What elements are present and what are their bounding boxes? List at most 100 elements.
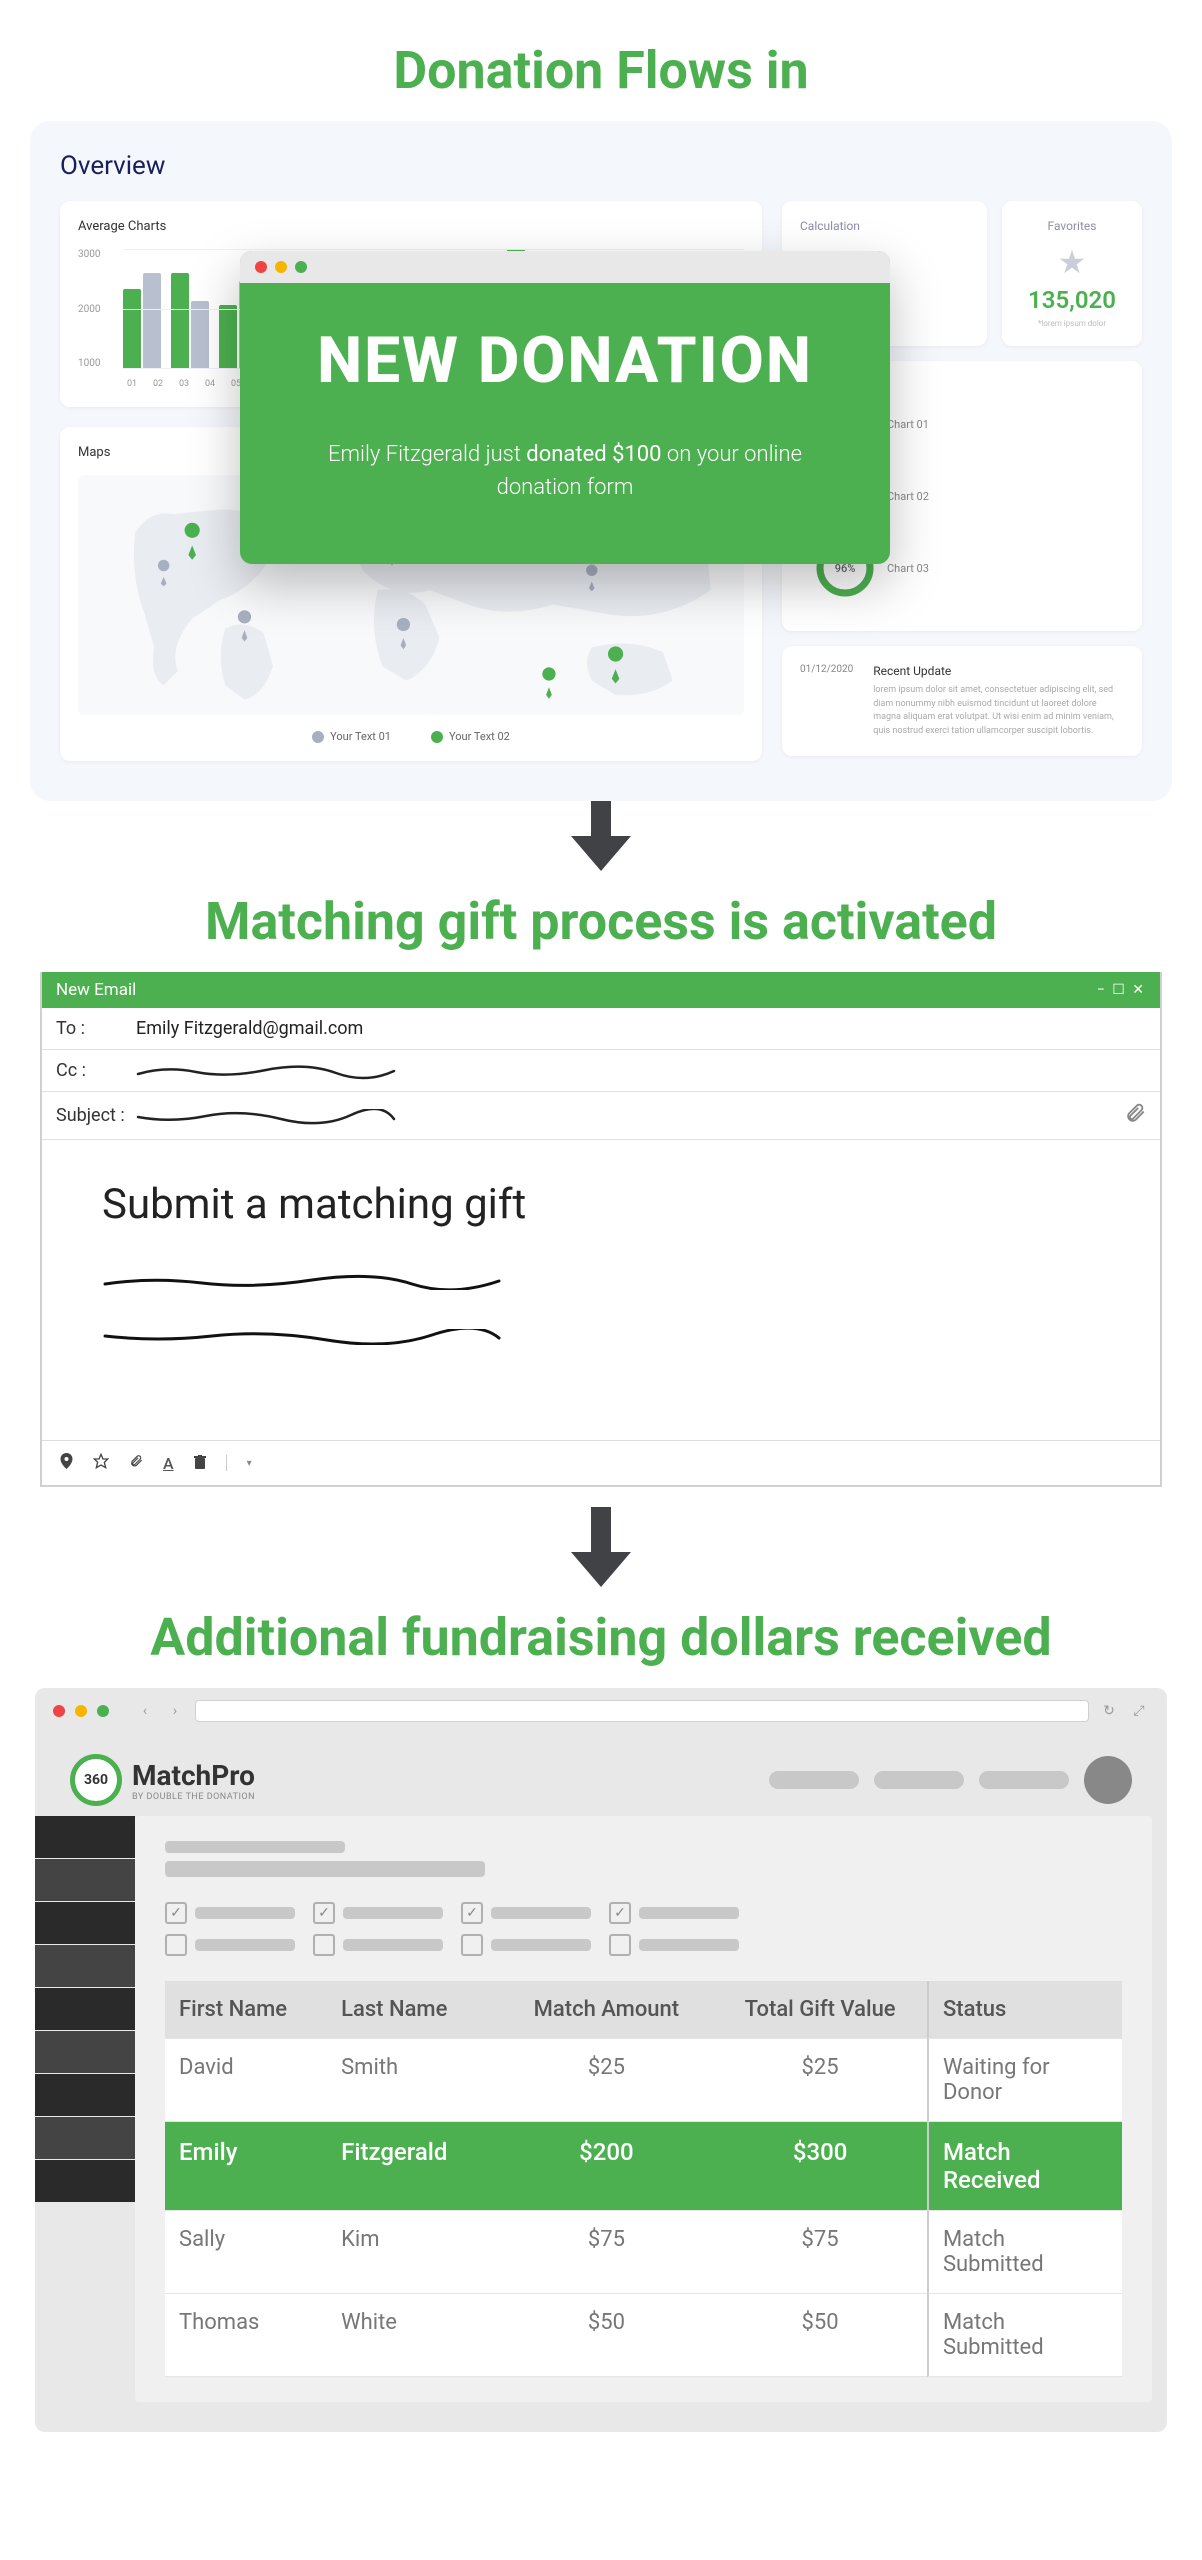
donation-popup: NEW DONATION Emily Fitzgerald just donat… [240,251,890,564]
recent-update-card: 01/12/2020 Recent Update lorem ipsum dol… [782,646,1142,756]
brand-sub: BY DOUBLE THE DONATION [132,1792,255,1802]
location-icon[interactable] [60,1453,73,1473]
filter-row: ✓ ✓ ✓ ✓ [165,1902,1122,1924]
filter-checkbox[interactable]: ✓ [165,1902,295,1924]
popup-chrome [240,251,890,283]
avatar[interactable] [1084,1756,1132,1804]
close-icon[interactable] [53,1705,65,1717]
close-icon[interactable] [255,261,267,273]
favorites-number: 135,020 [1020,286,1124,314]
email-subject-row: Subject : [42,1092,1160,1140]
nav-item[interactable] [35,1988,135,2030]
main-panel: ✓ ✓ ✓ ✓ First Name Last Name Match Amoun… [135,1816,1152,2402]
email-window: New Email − ☐ ✕ To : Emily Fitzgerald@gm… [40,972,1162,1487]
arrow-down-icon [30,1507,1172,1587]
delete-icon[interactable] [194,1454,206,1473]
email-title: New Email [56,980,136,1000]
table-row[interactable]: SallyKim$75$75Match Submitted [165,2211,1122,2294]
star-icon: ★ [1020,243,1124,281]
filter-checkbox[interactable] [313,1934,443,1956]
email-titlebar: New Email − ☐ ✕ [42,972,1160,1008]
app-header: 360 MatchPro BY DOUBLE THE DONATION [35,1734,1167,1816]
step3-heading: Additional fundraising dollars received [30,1607,1172,1668]
calculation-title: Calculation [800,219,969,233]
skeleton-line [165,1841,345,1853]
table-row[interactable]: EmilyFitzgerald$200$300Match Received [165,2122,1122,2211]
email-to-row: To : Emily Fitzgerald@gmail.com [42,1008,1160,1050]
recent-text: lorem ipsum dolor sit amet, consectetuer… [873,684,1124,738]
nav-item[interactable] [35,1816,135,1858]
forward-icon[interactable]: › [165,1701,185,1721]
maximize-icon[interactable] [97,1705,109,1717]
to-field[interactable]: Emily Fitzgerald@gmail.com [136,1018,1146,1039]
recent-date: 01/12/2020 [800,664,853,738]
nav-item[interactable] [35,1859,135,1901]
filter-checkbox[interactable] [461,1934,591,1956]
logo: 360 MatchPro BY DOUBLE THE DONATION [70,1754,255,1806]
table-header: First Name Last Name Match Amount Total … [165,1981,1122,2039]
chevron-down-icon[interactable]: ▾ [247,1458,252,1469]
filter-checkbox[interactable] [609,1934,739,1956]
email-toolbar: A ▾ [42,1440,1160,1485]
subject-field[interactable] [136,1109,1124,1123]
body-line-icon [102,1274,1100,1294]
nav-item[interactable] [35,1945,135,1987]
legend-dot-green [431,731,443,743]
filter-checkbox[interactable]: ✓ [313,1902,443,1924]
dashboard-panel: Overview Average Charts 300020001000 010… [30,121,1172,801]
minimize-icon[interactable] [75,1705,87,1717]
avg-charts-title: Average Charts [78,219,744,234]
expand-icon[interactable]: ⤢ [1129,1701,1149,1721]
step1-heading: Donation Flows in [30,40,1172,101]
table-row[interactable]: DavidSmith$25$25Waiting for Donor [165,2039,1122,2122]
url-bar[interactable] [195,1700,1089,1722]
overview-title: Overview [60,151,1142,181]
filter-checkbox[interactable]: ✓ [609,1902,739,1924]
popup-text: Emily Fitzgerald just donated $100 on yo… [325,438,805,504]
arrow-down-icon [30,791,1172,871]
attachment-icon[interactable] [1124,1102,1146,1129]
maximize-icon[interactable] [295,261,307,273]
filter-checkbox[interactable] [165,1934,295,1956]
nav-item[interactable] [35,1902,135,1944]
browser-window: ‹ › ↻ ⤢ 360 MatchPro BY DOUBLE THE DONAT… [35,1688,1167,2432]
step2-heading: Matching gift process is activated [30,891,1172,952]
nav-item[interactable] [35,2160,135,2202]
map-legend: Your Text 01 Your Text 02 [78,730,744,743]
nav-pill[interactable] [874,1771,964,1789]
table-row[interactable]: ThomasWhite$50$50Match Submitted [165,2294,1122,2377]
email-body-title: Submit a matching gift [102,1180,1100,1229]
to-label: To : [56,1018,136,1039]
header-nav [769,1756,1132,1804]
nav-pill[interactable] [979,1771,1069,1789]
paperclip-icon[interactable] [129,1453,143,1473]
favorites-title: Favorites [1020,219,1124,233]
subject-label: Subject : [56,1105,136,1126]
favorites-card: Favorites ★ 135,020 *lorem ipsum dolor [1002,201,1142,346]
brand-name: MatchPro [132,1759,255,1792]
legend-dot-gray [312,731,324,743]
popup-title: NEW DONATION [280,323,850,398]
nav-item[interactable] [35,2074,135,2116]
back-icon[interactable]: ‹ [135,1701,155,1721]
side-nav [35,1816,135,2402]
minimize-icon[interactable] [275,261,287,273]
email-body[interactable]: Submit a matching gift [42,1140,1160,1440]
cc-field[interactable] [136,1064,1146,1078]
nav-pill[interactable] [769,1771,859,1789]
filter-row [165,1934,1122,1956]
text-format-icon[interactable]: A [163,1454,174,1473]
cc-label: Cc : [56,1060,136,1081]
nav-item[interactable] [35,2031,135,2073]
body-line-icon [102,1329,1100,1349]
star-outline-icon[interactable] [93,1453,109,1473]
logo-badge: 360 [70,1754,122,1806]
nav-item[interactable] [35,2117,135,2159]
email-cc-row: Cc : [42,1050,1160,1092]
recent-title: Recent Update [873,664,1124,678]
window-controls[interactable]: − ☐ ✕ [1097,982,1146,998]
refresh-icon[interactable]: ↻ [1099,1701,1119,1721]
skeleton-line [165,1861,485,1877]
filter-checkbox[interactable]: ✓ [461,1902,591,1924]
browser-chrome: ‹ › ↻ ⤢ [35,1688,1167,1734]
